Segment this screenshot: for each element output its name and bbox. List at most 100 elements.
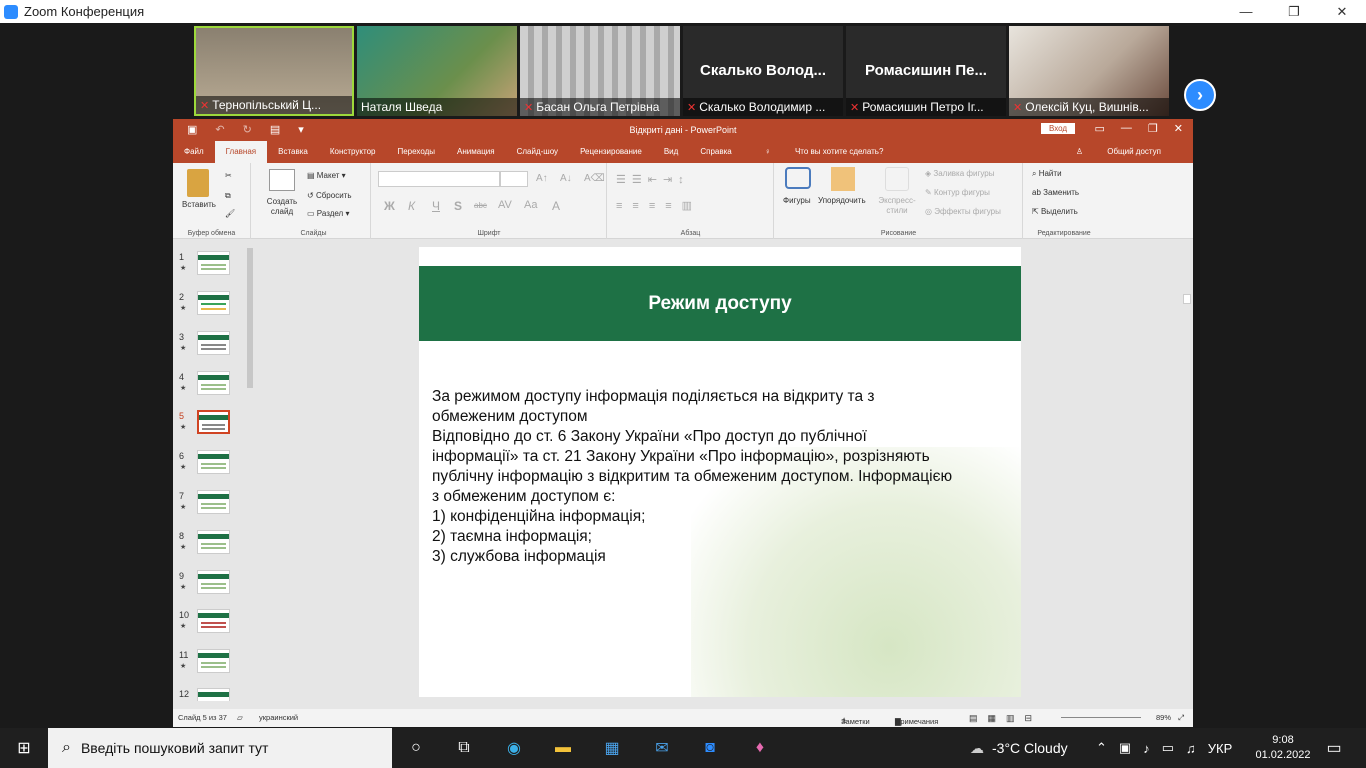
chevron-up-icon[interactable]: ⌃ bbox=[1096, 740, 1107, 756]
participant-tile[interactable]: Скалько Волод... ✕ Скалько Володимир ... bbox=[683, 26, 843, 116]
microphone-icon[interactable]: ♪ bbox=[1143, 741, 1150, 756]
find-button[interactable]: ⌕ Найти bbox=[1032, 169, 1062, 179]
arrange-label[interactable]: Упорядочить bbox=[818, 196, 866, 205]
slide-scrollbar[interactable] bbox=[1180, 240, 1193, 701]
spacing-button[interactable]: AV bbox=[498, 199, 512, 211]
slide-title[interactable]: Режим доступу bbox=[419, 293, 1021, 315]
language-label[interactable]: украинский bbox=[259, 713, 298, 722]
copy-icon[interactable]: ⧉ bbox=[225, 191, 231, 201]
restore-button[interactable]: ❐ bbox=[1270, 0, 1318, 23]
mic-muted-icon: ✕ bbox=[850, 102, 860, 114]
format-painter-icon[interactable]: 🖌 bbox=[225, 209, 235, 218]
spellcheck-icon[interactable]: ▱ bbox=[237, 713, 243, 722]
shape-effects-button[interactable]: ◎ Эффекты фигуры bbox=[925, 207, 1001, 216]
tab-design[interactable]: Конструктор bbox=[319, 141, 387, 163]
meeting-icon[interactable]: ▣ bbox=[1119, 740, 1131, 756]
tab-home[interactable]: Главная bbox=[214, 141, 268, 163]
slide-body-text[interactable]: За режимом доступу інформація поділяєтьс… bbox=[432, 387, 1012, 567]
network-icon[interactable]: ▭ bbox=[1162, 740, 1174, 756]
change-case-button[interactable]: Aa bbox=[524, 199, 537, 211]
ribbon-options-icon[interactable]: ▭ bbox=[1095, 122, 1105, 135]
font-size-field[interactable] bbox=[500, 171, 528, 187]
participant-tile[interactable]: Наталя Шведа bbox=[357, 26, 517, 116]
font-name-field[interactable] bbox=[378, 171, 500, 187]
participant-tile[interactable]: ✕ Тернопільський Ц... bbox=[194, 26, 354, 116]
reset-button[interactable]: ↺ Сбросить bbox=[307, 191, 352, 200]
underline-button[interactable]: Ч bbox=[432, 199, 440, 213]
mail-icon[interactable]: ✉ bbox=[650, 736, 674, 760]
file-explorer-icon[interactable]: ▬ bbox=[551, 736, 575, 760]
tab-help[interactable]: Справка bbox=[689, 141, 742, 163]
shapes-icon[interactable] bbox=[785, 167, 811, 189]
weather-widget[interactable]: ☁ -3°C Cloudy bbox=[970, 728, 1068, 768]
zoom-slider[interactable] bbox=[1061, 717, 1141, 718]
bold-button[interactable]: Ж bbox=[384, 199, 395, 213]
quick-styles-label[interactable]: Экспресс-стили bbox=[877, 196, 917, 216]
arrange-icon[interactable] bbox=[831, 167, 855, 191]
scrollbar-thumb[interactable] bbox=[1183, 294, 1191, 304]
tab-file[interactable]: Файл bbox=[173, 141, 215, 163]
italic-button[interactable]: К bbox=[408, 199, 415, 213]
tab-slideshow[interactable]: Слайд-шоу bbox=[506, 141, 569, 163]
cortana-icon[interactable]: ○ bbox=[404, 736, 428, 760]
taskbar-search[interactable]: ⌕ Введіть пошуковий запит тут bbox=[48, 728, 392, 768]
replace-button[interactable]: ab Заменить bbox=[1032, 188, 1079, 197]
ppt-restore-button[interactable]: ❐ bbox=[1148, 122, 1158, 135]
zoom-level[interactable]: 89% bbox=[1156, 713, 1171, 722]
ppt-minimize-button[interactable]: — bbox=[1121, 122, 1132, 135]
new-slide-label[interactable]: Создать слайд bbox=[266, 197, 298, 217]
keyboard-language[interactable]: УКР bbox=[1208, 741, 1233, 756]
grow-font-icon[interactable]: A↑ bbox=[536, 173, 548, 184]
participant-tile[interactable]: Ромасишин Пе... ✕ Ромасишин Петро Іг... bbox=[846, 26, 1006, 116]
windows-start-icon[interactable]: ⊞ bbox=[12, 736, 36, 760]
new-slide-icon[interactable] bbox=[269, 169, 295, 191]
font-color-button[interactable]: A bbox=[552, 199, 560, 213]
tab-insert[interactable]: Вставка bbox=[267, 141, 319, 163]
fit-slide-icon[interactable]: ⤢ bbox=[1178, 713, 1184, 723]
quick-styles-icon[interactable] bbox=[885, 167, 909, 191]
layout-button[interactable]: ▤ Макет ▾ bbox=[307, 171, 346, 180]
clock[interactable]: 9:08 01.02.2022 bbox=[1254, 728, 1312, 768]
shape-fill-button[interactable]: ◈ Заливка фигуры bbox=[925, 169, 994, 178]
paint-icon[interactable]: ♦ bbox=[748, 736, 772, 760]
clock-time: 9:08 bbox=[1272, 734, 1294, 746]
zoom-taskbar-icon[interactable]: ◙ bbox=[698, 736, 722, 760]
list-buttons[interactable]: ☰☰⇤⇥↕ bbox=[616, 173, 690, 186]
tab-transitions[interactable]: Переходы bbox=[386, 141, 446, 163]
align-buttons[interactable]: ≡≡≡≡▥ bbox=[616, 199, 702, 212]
tab-animations[interactable]: Анимация bbox=[446, 141, 506, 163]
select-button[interactable]: ⇱ Выделить bbox=[1032, 207, 1078, 216]
ppt-close-button[interactable]: ✕ bbox=[1174, 122, 1183, 135]
shape-outline-button[interactable]: ✎ Контур фигуры bbox=[925, 188, 990, 197]
share-button[interactable]: ♙ Общий доступ bbox=[1054, 141, 1183, 163]
strikethrough-button[interactable]: abc bbox=[474, 201, 487, 210]
notifications-icon[interactable]: ▭ bbox=[1322, 736, 1346, 760]
store-icon[interactable]: ▦ bbox=[600, 736, 624, 760]
shapes-label[interactable]: Фигуры bbox=[783, 196, 811, 205]
scrollbar-thumb[interactable] bbox=[247, 248, 253, 388]
paste-label[interactable]: Вставить bbox=[182, 200, 216, 209]
tab-review[interactable]: Рецензирование bbox=[569, 141, 653, 163]
clear-format-icon[interactable]: A⌫ bbox=[584, 173, 605, 184]
section-button[interactable]: ▭ Раздел ▾ bbox=[307, 209, 349, 218]
mic-muted-icon: ✕ bbox=[687, 102, 697, 114]
next-page-button[interactable]: › bbox=[1184, 79, 1216, 111]
close-button[interactable]: ✕ bbox=[1318, 0, 1366, 23]
cut-icon[interactable]: ✂ bbox=[225, 171, 232, 180]
participant-tile[interactable]: ✕ Басан Ольга Петрівна bbox=[520, 26, 680, 116]
slide-canvas[interactable]: Режим доступу За режимом доступу інформа… bbox=[419, 247, 1021, 697]
view-buttons[interactable]: ▤▦▥⊟ bbox=[969, 713, 1042, 724]
shrink-font-icon[interactable]: A↓ bbox=[560, 173, 572, 184]
slide-text-line: обмеженим доступом bbox=[432, 408, 588, 425]
tab-view[interactable]: Вид bbox=[653, 141, 689, 163]
minimize-button[interactable]: — bbox=[1222, 0, 1270, 23]
login-button[interactable]: Вход bbox=[1041, 123, 1076, 134]
tell-me-search[interactable]: ♀ Что вы хотите сделать? bbox=[743, 141, 906, 163]
thumbnail-scrollbar[interactable] bbox=[245, 240, 255, 701]
paste-icon[interactable] bbox=[187, 169, 209, 197]
task-view-icon[interactable]: ⧉ bbox=[452, 736, 476, 760]
volume-icon[interactable]: ♫ bbox=[1186, 741, 1196, 756]
participant-tile[interactable]: ✕ Олексій Куц, Вишнів... bbox=[1009, 26, 1169, 116]
edge-icon[interactable]: ◉ bbox=[502, 736, 526, 760]
shadow-button[interactable]: S bbox=[454, 199, 462, 213]
